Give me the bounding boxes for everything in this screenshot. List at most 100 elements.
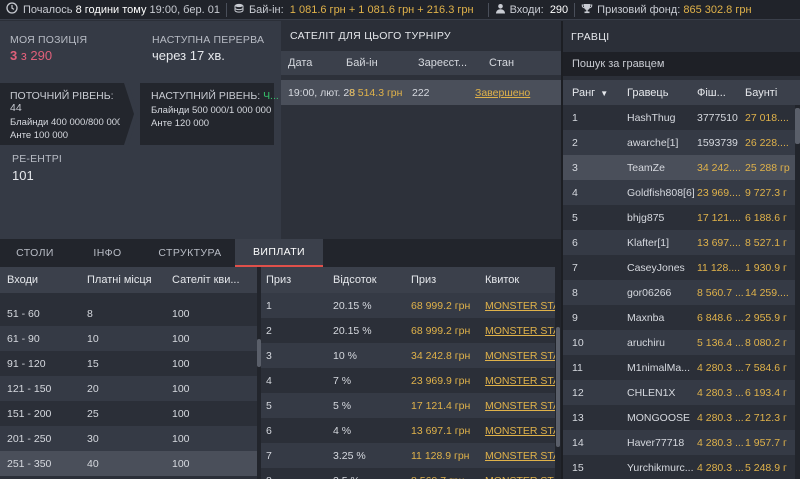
prizes-scroll-thumb[interactable]: [556, 327, 560, 447]
player-rank: 5: [572, 211, 578, 224]
player-bounty: 9 727.3 г: [745, 186, 787, 199]
prize-ticket-link[interactable]: MONSTER STAC: [485, 425, 555, 437]
player-row[interactable]: 10 aruchiru 5 136.4 ... 8 080.2 г: [563, 330, 800, 355]
prize-percent: 4 %: [333, 424, 352, 437]
current-level: ПОТОЧНИЙ РІВЕНЬ: 44 Блайнди 400 000/800 …: [0, 83, 124, 145]
player-row[interactable]: 15 Yurchikmurc... 4 280.3 ... 5 248.9 г: [563, 455, 800, 479]
tab-payouts[interactable]: ВИПЛАТИ: [235, 239, 323, 267]
player-chips: 4 280.3 ...: [697, 411, 744, 424]
tab-structure[interactable]: СТРУКТУРА: [145, 239, 235, 267]
player-rank: 4: [572, 186, 578, 199]
prizes-table: Приз Відсоток Приз Квиток 1 20.15 % 68 999…: [261, 267, 561, 479]
prize-row: 82.5 %8 560.7 грнMONSTER STAC: [261, 468, 561, 479]
level-arrow-icon: [120, 83, 138, 145]
prize-place: 7: [266, 449, 272, 462]
player-chips: 34 242....: [697, 161, 741, 174]
player-search-input[interactable]: Пошук за гравцем: [563, 52, 800, 76]
next-break-label: НАСТУПНА ПЕРЕРВА: [152, 34, 265, 46]
tournament-info-bar: Почалось 8 години тому 19:00, бер. 01 Ба…: [0, 0, 800, 20]
satellite-row[interactable]: 19:00, лют. 28 8 514.3 грн 222 Завершено: [281, 80, 561, 105]
prize-ticket-link[interactable]: MONSTER STAC: [485, 300, 555, 312]
player-row[interactable]: 14 Haver77718 4 280.3 ... 1 957.7 г: [563, 430, 800, 455]
tab-bar: СТОЛИ ІНФО СТРУКТУРА ВИПЛАТИ: [0, 239, 561, 267]
col-ticket[interactable]: Квиток: [485, 274, 561, 286]
prize-percent: 20.15 %: [333, 299, 372, 312]
started-prefix: Почалось: [23, 3, 73, 16]
entries-info: Входи: 290: [489, 0, 575, 20]
player-bounty: 27 018....: [745, 111, 789, 124]
next-level: НАСТУПНИЙ РІВЕНЬ: Ч... Блайнди 500 000/1…: [140, 83, 279, 145]
tier-paid-places: 20: [87, 382, 99, 395]
col-place[interactable]: Приз: [261, 274, 331, 286]
prize-place: 3: [266, 349, 272, 362]
player-name: Yurchikmurc...: [627, 461, 694, 474]
col-status[interactable]: Стан: [479, 57, 549, 69]
col-player[interactable]: Гравець: [625, 87, 697, 99]
col-registered[interactable]: Зареєст...: [412, 57, 479, 69]
player-row[interactable]: 12 CHLEN1X 4 280.3 ... 6 193.4 г: [563, 380, 800, 405]
player-name: CaseyJones: [627, 261, 685, 274]
prize-ticket-link[interactable]: MONSTER STAC: [485, 325, 555, 337]
player-row[interactable]: 3 TeamZe 34 242.... 25 288 гр: [563, 155, 800, 180]
player-name: aruchiru: [627, 336, 665, 349]
prize-percent: 3.25 %: [333, 449, 366, 462]
tab-tables[interactable]: СТОЛИ: [0, 239, 70, 267]
prize-row: 3 10 % 34 242.8 грн MONSTER STAC: [261, 343, 561, 368]
player-row[interactable]: 6 Klafter[1] 13 697.... 8 527.1 г: [563, 230, 800, 255]
player-chips: 4 280.3 ...: [697, 361, 744, 374]
col-date[interactable]: Дата: [281, 57, 342, 69]
col-percent[interactable]: Відсоток: [331, 274, 409, 286]
my-position: МОЯ ПОЗИЦІЯ 3 з 290: [10, 34, 87, 63]
prize-percent: 2.5 %: [331, 475, 409, 479]
player-row[interactable]: 1 HashThug 3777510 27 018....: [563, 105, 800, 130]
reentries-label: РЕ-ЕНТРІ: [12, 153, 63, 165]
tier-paid-places: 10: [87, 332, 99, 345]
player-row[interactable]: 2 awarche[1] 1593739 26 228....: [563, 130, 800, 155]
player-row[interactable]: 5 bhjg875 17 121.... 6 188.6 г: [563, 205, 800, 230]
player-row[interactable]: 9 Maxnba 6 848.6 ... 2 955.9 г: [563, 305, 800, 330]
tier-paid-places: 40: [87, 457, 99, 470]
tab-info[interactable]: ІНФО: [70, 239, 145, 267]
col-satellite-qual[interactable]: Сателіт кви...: [172, 274, 252, 286]
tier-entries: 91 - 120: [7, 357, 46, 370]
player-chips: 11 128....: [697, 261, 741, 274]
col-buyin[interactable]: Бай-ін: [342, 57, 412, 69]
player-row[interactable]: 4 Goldfish808[6] 23 969.... 9 727.3 г: [563, 180, 800, 205]
prize-percent: 10 %: [333, 349, 357, 362]
col-paid-places[interactable]: Платні місця: [87, 274, 172, 286]
satellite-table-header: Дата Бай-ін Зареєст... Стан: [281, 51, 561, 75]
player-row[interactable]: 7 CaseyJones 11 128.... 1 930.9 г: [563, 255, 800, 280]
player-row[interactable]: 8 gor06266 8 560.7 ... 14 259....: [563, 280, 800, 305]
prize-ticket-link[interactable]: MONSTER STAC: [485, 450, 555, 462]
entries-value: 290: [549, 3, 569, 16]
player-name: Haver77718: [627, 436, 685, 449]
my-position-total: з 290: [20, 48, 53, 63]
col-chips[interactable]: Фіш...: [697, 87, 745, 99]
prize-label: Призовий фонд:: [597, 3, 681, 16]
prize-ticket-link[interactable]: MONSTER STAC: [485, 350, 555, 362]
prize-row: 4 7 % 23 969.9 грн MONSTER STAC: [261, 368, 561, 393]
player-name: M1nimalMa...: [627, 361, 691, 374]
player-bounty: 26 228....: [745, 136, 789, 149]
col-bounty[interactable]: Баунті: [745, 87, 800, 99]
prize-ticket-link[interactable]: MONSTER STAC: [485, 475, 555, 479]
col-entries[interactable]: Входи: [0, 274, 87, 286]
player-rank: 2: [572, 136, 578, 149]
player-bounty: 5 248.9 г: [745, 461, 787, 474]
satellite-registered: 222: [412, 86, 430, 99]
prize-ticket-link[interactable]: MONSTER STAC: [485, 400, 555, 412]
col-rank[interactable]: Ранг ▼: [563, 87, 625, 99]
satellite-status-link[interactable]: Завершено: [473, 87, 543, 99]
prize-ticket-link[interactable]: MONSTER STAC: [485, 375, 555, 387]
player-bounty: 1 930.9 г: [745, 261, 787, 274]
player-rank: 11: [572, 361, 583, 374]
player-name: gor06266: [627, 286, 672, 299]
col-prize[interactable]: Приз: [409, 274, 485, 286]
player-name: Goldfish808[6]: [627, 186, 695, 199]
player-row[interactable]: 13 MONGOOSE 4 280.3 ... 2 712.3 г: [563, 405, 800, 430]
players-scroll-track[interactable]: [795, 105, 800, 479]
player-row[interactable]: 11 M1nimalMa... 4 280.3 ... 7 584.6 г: [563, 355, 800, 380]
player-name: Maxnba: [627, 311, 665, 324]
players-scroll-thumb[interactable]: [795, 108, 800, 144]
player-chips: 6 848.6 ...: [697, 311, 744, 324]
